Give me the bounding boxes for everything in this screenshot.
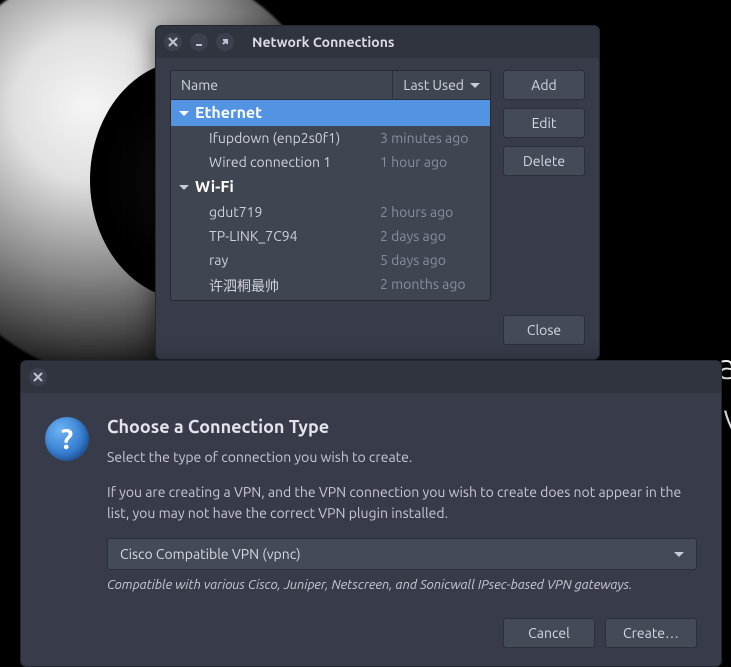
column-last-used[interactable]: Last Used [393, 71, 490, 99]
connection-name: Wired connection 1 [171, 154, 380, 170]
create-button[interactable]: Create… [605, 618, 697, 648]
question-icon: ? [45, 417, 89, 461]
close-icon[interactable] [29, 368, 47, 386]
group-wifi[interactable]: Wi-Fi [171, 174, 490, 200]
dialog-text: If you are creating a VPN, and the VPN c… [107, 482, 697, 524]
network-connections-window: Network Connections Name Last Used Ether… [155, 25, 600, 360]
column-last-used-label: Last Used [403, 77, 464, 93]
connections-list: Name Last Used Ethernet Ifupdown (enp2s0… [170, 70, 491, 301]
dropdown-selected: Cisco Compatible VPN (vpnc) [120, 546, 301, 562]
connection-last-used: 2 hours ago [380, 204, 490, 220]
expand-icon [179, 185, 189, 190]
dropdown-hint: Compatible with various Cisco, Juniper, … [107, 578, 697, 592]
delete-button[interactable]: Delete [503, 146, 585, 176]
connection-last-used: 2 days ago [380, 228, 490, 244]
connection-name: Ifupdown (enp2s0f1) [171, 130, 380, 146]
group-label: Wi-Fi [195, 178, 234, 196]
list-body: Ethernet Ifupdown (enp2s0f1) 3 minutes a… [171, 100, 490, 300]
expand-icon [179, 111, 189, 116]
column-name[interactable]: Name [171, 71, 393, 99]
connection-name: gdut719 [171, 204, 380, 220]
list-item[interactable]: 许泗桐最帅 2 months ago [171, 272, 490, 300]
minimize-icon[interactable] [190, 33, 208, 51]
connection-last-used: 5 days ago [380, 252, 490, 268]
sort-descending-icon [470, 83, 480, 88]
connection-type-dropdown[interactable]: Cisco Compatible VPN (vpnc) [107, 538, 697, 570]
connection-name: 许泗桐最帅 [171, 276, 380, 296]
dialog-heading: Choose a Connection Type [107, 417, 697, 437]
connection-name: TP-LINK_7C94 [171, 228, 380, 244]
connection-last-used: 2 months ago [380, 276, 490, 296]
list-header: Name Last Used [171, 71, 490, 100]
list-item[interactable]: gdut719 2 hours ago [171, 200, 490, 224]
group-label: Ethernet [195, 104, 262, 122]
connection-name: ray [171, 252, 380, 268]
connection-type-dialog: ? Choose a Connection Type Select the ty… [20, 360, 722, 667]
close-button[interactable]: Close [503, 315, 585, 345]
wallpaper-text: vi [723, 395, 731, 436]
list-item[interactable]: Ifupdown (enp2s0f1) 3 minutes ago [171, 126, 490, 150]
list-item[interactable]: Wired connection 1 1 hour ago [171, 150, 490, 174]
add-button[interactable]: Add [503, 70, 585, 100]
dialog-text: Select the type of connection you wish t… [107, 447, 697, 468]
titlebar: Network Connections [156, 26, 599, 58]
close-icon[interactable] [164, 33, 182, 51]
connection-last-used: 1 hour ago [380, 154, 490, 170]
cancel-button[interactable]: Cancel [503, 618, 595, 648]
side-buttons: Add Edit Delete [503, 70, 585, 301]
group-ethernet[interactable]: Ethernet [171, 100, 490, 126]
maximize-icon[interactable] [216, 33, 234, 51]
edit-button[interactable]: Edit [503, 108, 585, 138]
chevron-down-icon [674, 552, 684, 557]
list-item[interactable]: ray 5 days ago [171, 248, 490, 272]
titlebar [21, 361, 721, 393]
window-title: Network Connections [242, 34, 591, 50]
connection-last-used: 3 minutes ago [380, 130, 490, 146]
list-item[interactable]: TP-LINK_7C94 2 days ago [171, 224, 490, 248]
